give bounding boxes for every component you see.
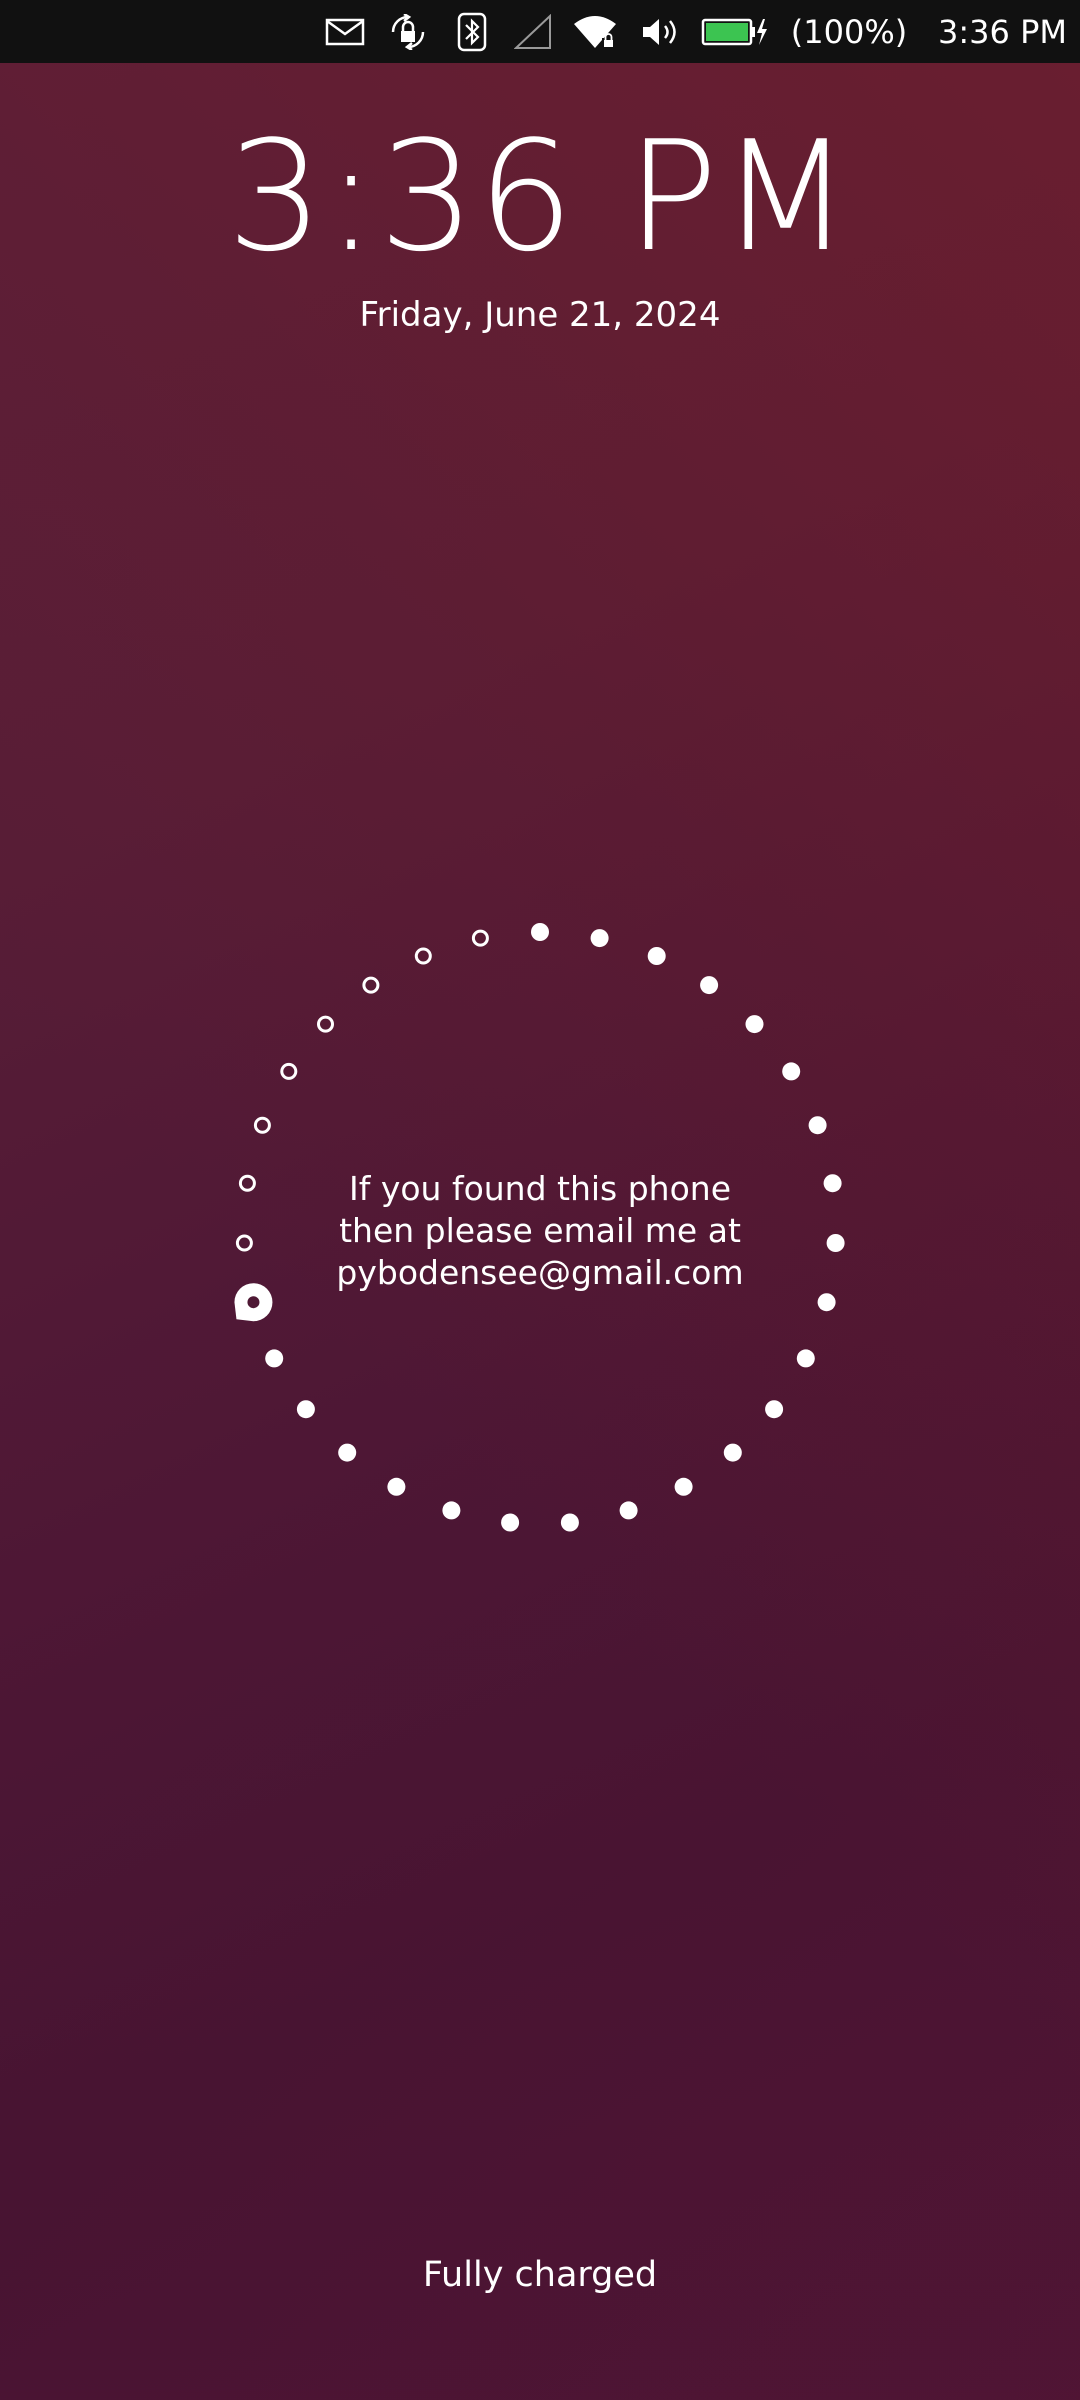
status-clock[interactable]: 3:36 PM bbox=[930, 0, 1075, 63]
battery-charging-icon[interactable] bbox=[700, 0, 770, 63]
infographic-dot-filled bbox=[723, 1443, 742, 1462]
infographic-dot-filled bbox=[338, 1443, 357, 1462]
rotation-lock-icon[interactable] bbox=[385, 0, 431, 63]
lock-screen[interactable]: (100%) 3:36 PM 3:36 PM Friday, June 21, … bbox=[0, 0, 1080, 2400]
infographic-dot-filled bbox=[265, 1349, 284, 1368]
infographic-dot-empty bbox=[362, 976, 380, 994]
owner-message-line-3: pybodensee@gmail.com bbox=[336, 1253, 744, 1292]
status-bar[interactable]: (100%) 3:36 PM bbox=[0, 0, 1080, 63]
infographic-dot-filled bbox=[590, 929, 609, 948]
infographic-dot-filled bbox=[782, 1062, 801, 1081]
infographic-dot-empty bbox=[253, 1116, 271, 1134]
infographic-dot-filled bbox=[619, 1501, 638, 1520]
battery-percent-text: (100%) bbox=[790, 12, 908, 51]
infographic-dot-filled bbox=[531, 923, 549, 941]
infographic-dot-filled bbox=[674, 1477, 693, 1496]
owner-message-line-2: then please email me at bbox=[339, 1211, 741, 1250]
status-time: 3:36 PM bbox=[938, 12, 1067, 51]
infographic-dot-filled bbox=[808, 1116, 827, 1135]
volume-icon[interactable] bbox=[638, 0, 682, 63]
battery-percent: (100%) bbox=[788, 0, 910, 63]
mail-icon[interactable] bbox=[322, 0, 368, 63]
wifi-locked-icon[interactable] bbox=[570, 0, 620, 63]
owner-message[interactable]: If you found this phone then please emai… bbox=[240, 1168, 840, 1294]
infographic-dot-filled bbox=[745, 1015, 764, 1034]
infographic-dot-empty bbox=[280, 1062, 298, 1080]
charge-status: Fully charged bbox=[422, 2255, 658, 2295]
infographic-dot-filled bbox=[442, 1501, 461, 1520]
cellular-no-signal-icon[interactable] bbox=[510, 0, 556, 63]
infographic-dot-filled bbox=[387, 1477, 406, 1496]
infographic-dot-empty bbox=[317, 1015, 334, 1033]
infographic-dot-filled bbox=[796, 1349, 815, 1368]
owner-message-line-1: If you found this phone bbox=[348, 1169, 731, 1208]
infographic-dot-filled bbox=[647, 947, 666, 965]
infographic-dot-filled bbox=[817, 1293, 836, 1312]
infographic-dot-empty bbox=[471, 929, 489, 947]
infographic-dot-filled bbox=[700, 976, 719, 995]
infographic-dot-filled bbox=[765, 1400, 784, 1419]
infographic-dot-filled bbox=[296, 1400, 315, 1419]
infographic-dot-empty bbox=[414, 947, 432, 965]
bluetooth-icon[interactable] bbox=[452, 0, 492, 63]
infographic-dot-filled bbox=[501, 1513, 520, 1532]
infographic-dot-filled bbox=[560, 1513, 579, 1532]
